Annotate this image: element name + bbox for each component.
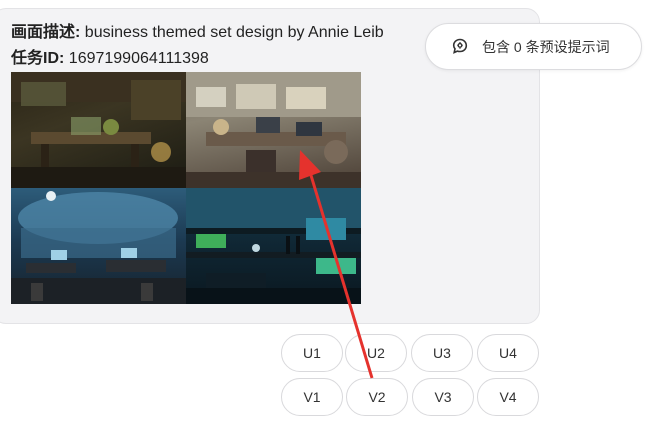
preset-prompts-pill[interactable]: 包含 0 条预设提示词 bbox=[425, 23, 642, 70]
image-tile-3[interactable] bbox=[11, 188, 186, 304]
task-id-line: 任务ID: 1697199064111398 bbox=[11, 49, 209, 69]
upscale-button-1[interactable]: U1 bbox=[281, 334, 343, 372]
image-tile-4[interactable] bbox=[186, 188, 361, 304]
task-id-label: 任务ID: bbox=[11, 50, 65, 67]
task-id-value: 1697199064111398 bbox=[64, 50, 209, 67]
upscale-button-3[interactable]: U3 bbox=[411, 334, 473, 372]
description-text: business themed set design by Annie Leib bbox=[80, 24, 384, 41]
image-grid[interactable] bbox=[11, 72, 361, 304]
upscale-button-4[interactable]: U4 bbox=[477, 334, 539, 372]
image-tile-2[interactable] bbox=[186, 72, 361, 188]
variation-button-1[interactable]: V1 bbox=[281, 378, 343, 416]
variation-button-3[interactable]: V3 bbox=[412, 378, 474, 416]
variation-button-2[interactable]: V2 bbox=[346, 378, 408, 416]
description-line: 画面描述: business themed set design by Anni… bbox=[11, 23, 384, 43]
variation-button-4[interactable]: V4 bbox=[477, 378, 539, 416]
image-tile-1[interactable] bbox=[11, 72, 186, 188]
brain-icon bbox=[450, 37, 470, 57]
preset-prompts-label: 包含 0 条预设提示词 bbox=[482, 38, 610, 55]
upscale-button-2[interactable]: U2 bbox=[345, 334, 407, 372]
description-label: 画面描述: bbox=[11, 24, 81, 41]
